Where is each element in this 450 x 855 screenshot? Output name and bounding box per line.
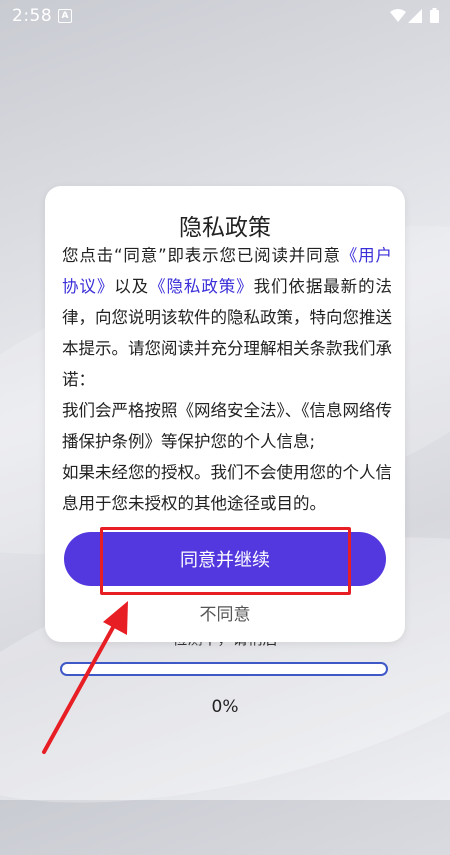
disagree-button[interactable]: 不同意: [45, 600, 405, 625]
commitment-paragraph: 我们会严格按照《网络安全法》、《信息网络传播保护条例》等保护您的个人信息;: [62, 401, 392, 451]
notification-icon: A: [58, 9, 72, 23]
status-time: 2:58: [12, 6, 53, 26]
progress-bar: [60, 662, 388, 676]
status-bar: 2:58 A: [0, 0, 450, 32]
dialog-title: 隐私政策: [179, 215, 271, 241]
consent-text-prefix: 您点击“同意”即表示您已阅读并同意: [62, 246, 341, 265]
signal-icon: [408, 9, 422, 23]
authorization-paragraph: 如果未经您的授权。我们不会使用您的个人信息用于您未授权的其他途径或目的。: [62, 463, 392, 513]
battery-icon: [430, 8, 439, 23]
wifi-icon: [390, 9, 406, 22]
privacy-policy-link[interactable]: 《隐私政策》: [149, 277, 254, 296]
dialog-body: 您点击“同意”即表示您已阅读并同意《用户协议》以及《隐私政策》我们依据最新的法律…: [62, 240, 392, 519]
consent-paragraph: 您点击“同意”即表示您已阅读并同意《用户协议》以及《隐私政策》我们依据最新的法律…: [62, 240, 392, 395]
annotation-highlight-box: [100, 527, 351, 595]
consent-text-middle: 以及: [114, 277, 150, 296]
progress-percent: 0%: [211, 697, 239, 717]
